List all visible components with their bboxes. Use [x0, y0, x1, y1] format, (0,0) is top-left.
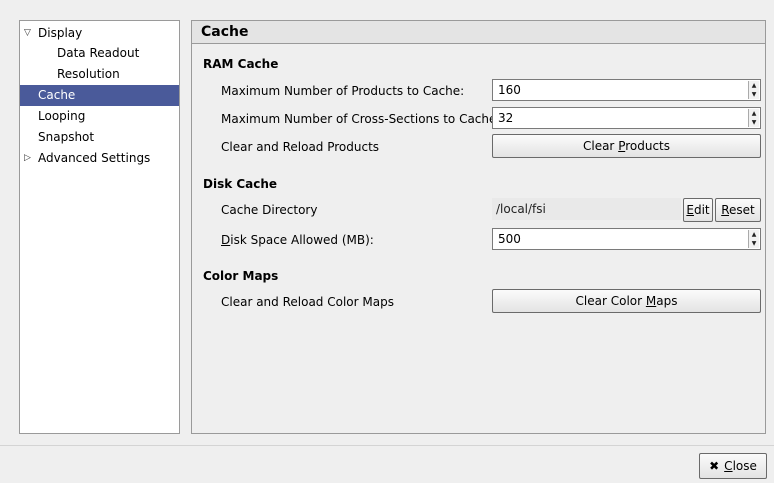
button-text: Clear — [582, 139, 619, 153]
close-icon: ✖ — [709, 459, 720, 473]
disk-space-spinner[interactable]: 500 ▲ ▼ — [492, 228, 761, 250]
spinner-arrows[interactable]: ▲ ▼ — [748, 230, 759, 248]
button-text: roducts — [625, 139, 671, 153]
mnemonic: C — [724, 459, 733, 473]
tree-item-label: Data Readout — [57, 46, 140, 60]
spin-up-icon[interactable]: ▲ — [749, 230, 759, 239]
collapsed-triangle-icon[interactable]: ▷ — [24, 148, 36, 169]
max-products-spinner[interactable]: 160 ▲ ▼ — [492, 79, 761, 101]
tree-item-label: Snapshot — [38, 130, 95, 144]
spin-down-icon[interactable]: ▼ — [749, 118, 759, 127]
disk-space-value[interactable]: 500 — [498, 229, 521, 249]
label-text: isk Space Allowed (MB): — [230, 233, 374, 247]
clear-color-maps-button[interactable]: Clear Color Maps — [492, 289, 761, 313]
mnemonic: M — [645, 294, 657, 308]
tree-item-label: Resolution — [57, 67, 120, 81]
button-text: aps — [656, 294, 678, 308]
button-text: dit — [693, 203, 710, 217]
footer-separator — [0, 445, 774, 446]
max-cross-sections-label: Maximum Number of Cross-Sections to Cach… — [221, 112, 501, 126]
mnemonic: R — [721, 203, 730, 217]
close-button[interactable]: ✖ Close — [699, 453, 767, 479]
color-maps-heading: Color Maps — [203, 269, 279, 283]
cache-settings-panel: Cache RAM Cache Maximum Number of Produc… — [191, 20, 766, 434]
tree-item-data-readout[interactable]: Data Readout — [20, 43, 179, 64]
tree-item-label: Cache — [38, 88, 76, 102]
mnemonic: E — [686, 203, 694, 217]
settings-tree: ▽ Display Data Readout Resolution Cache … — [19, 20, 180, 434]
reset-button[interactable]: Reset — [715, 198, 761, 222]
clear-color-maps-label: Clear and Reload Color Maps — [221, 295, 394, 309]
disk-space-label: Disk Space Allowed (MB): — [221, 233, 374, 247]
cache-directory-label: Cache Directory — [221, 203, 318, 217]
tree-item-snapshot[interactable]: Snapshot — [20, 127, 179, 148]
spinner-arrows[interactable]: ▲ ▼ — [748, 109, 759, 127]
spin-up-icon[interactable]: ▲ — [749, 109, 759, 118]
button-text: Clear Color — [575, 294, 646, 308]
max-products-label: Maximum Number of Products to Cache: — [221, 84, 465, 98]
panel-title: Cache — [192, 21, 765, 44]
clear-products-label: Clear and Reload Products — [221, 140, 380, 154]
max-cross-sections-value[interactable]: 32 — [498, 108, 513, 128]
tree-item-label: Looping — [38, 109, 86, 123]
tree-item-advanced-settings[interactable]: ▷ Advanced Settings — [20, 148, 179, 169]
expanded-triangle-icon[interactable]: ▽ — [24, 23, 36, 44]
clear-products-button[interactable]: Clear Products — [492, 134, 761, 158]
mnemonic: D — [221, 233, 231, 247]
tree-item-resolution[interactable]: Resolution — [20, 64, 179, 85]
tree-item-looping[interactable]: Looping — [20, 106, 179, 127]
spin-up-icon[interactable]: ▲ — [749, 81, 759, 90]
tree-item-cache[interactable]: Cache — [20, 85, 179, 106]
button-text: lose — [732, 459, 757, 473]
max-products-value[interactable]: 160 — [498, 80, 521, 100]
tree-item-label: Display — [38, 26, 83, 40]
spinner-arrows[interactable]: ▲ ▼ — [748, 81, 759, 99]
ram-cache-heading: RAM Cache — [203, 57, 279, 71]
button-text: eset — [729, 203, 755, 217]
tree-item-label: Advanced Settings — [38, 151, 151, 165]
edit-button[interactable]: Edit — [683, 198, 713, 222]
max-cross-sections-spinner[interactable]: 32 ▲ ▼ — [492, 107, 761, 129]
spin-down-icon[interactable]: ▼ — [749, 90, 759, 99]
tree-item-display[interactable]: ▽ Display — [20, 23, 179, 44]
disk-cache-heading: Disk Cache — [203, 177, 278, 191]
spin-down-icon[interactable]: ▼ — [749, 239, 759, 248]
cache-directory-field: /local/fsi — [492, 198, 681, 220]
